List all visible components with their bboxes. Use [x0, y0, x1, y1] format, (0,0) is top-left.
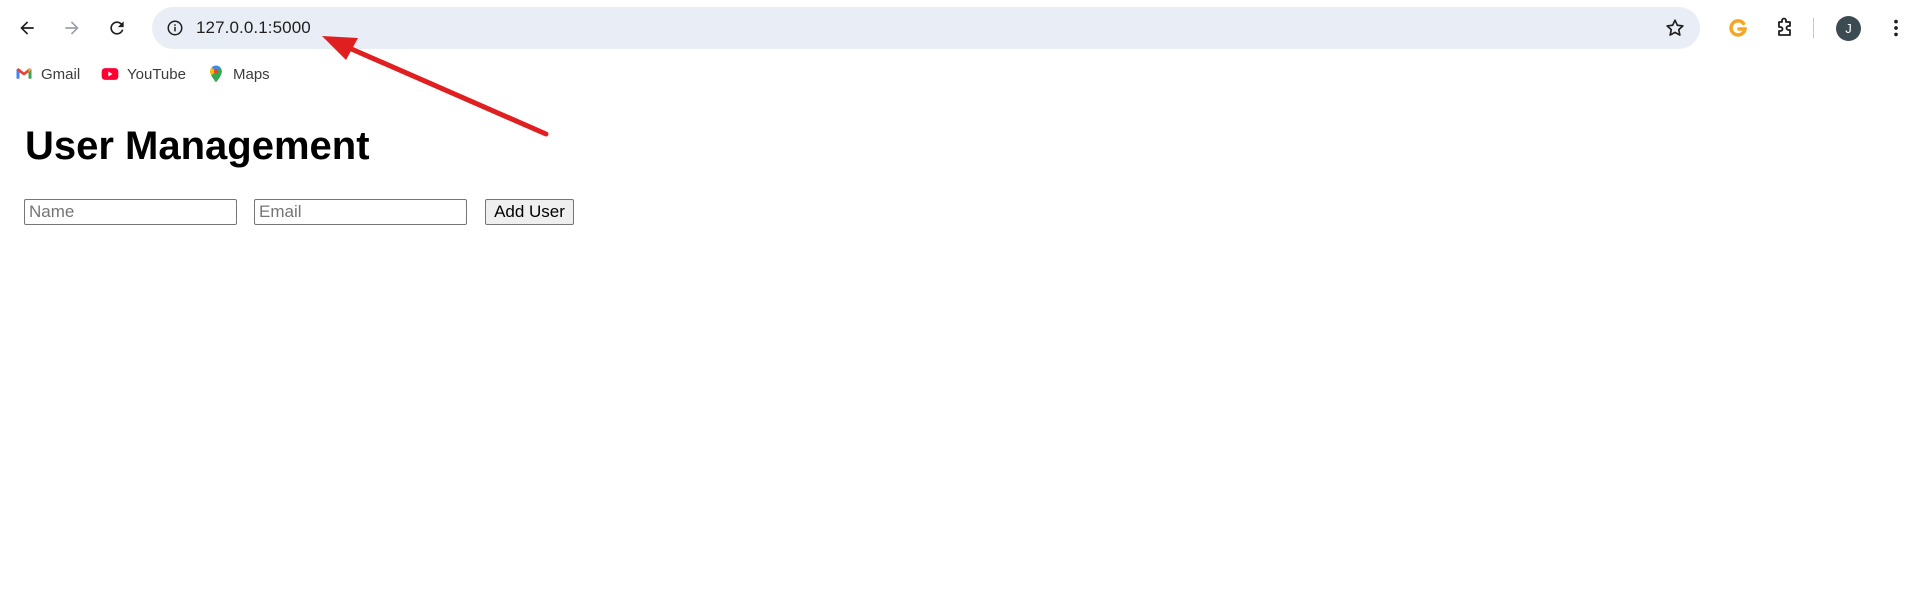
forward-button[interactable] — [54, 10, 90, 46]
extensions-button[interactable] — [1769, 12, 1801, 44]
arrow-left-icon — [20, 21, 34, 35]
email-input[interactable] — [254, 199, 467, 225]
address-bar-url[interactable]: 127.0.0.1:5000 — [196, 18, 311, 38]
profile-avatar[interactable]: J — [1836, 16, 1861, 41]
add-user-button[interactable]: Add User — [485, 199, 574, 225]
grammarly-icon — [1729, 19, 1748, 37]
bookmark-youtube[interactable]: YouTube — [100, 62, 186, 86]
browser-chrome: 127.0.0.1:5000 J Gmail YouTube Maps — [0, 0, 1918, 92]
address-bar[interactable]: 127.0.0.1:5000 — [152, 7, 1700, 49]
toolbar-divider — [1813, 18, 1814, 38]
bookmarks-bar: Gmail YouTube Maps — [0, 60, 1918, 88]
kebab-menu-icon — [1894, 19, 1898, 37]
grammarly-extension-button[interactable] — [1722, 12, 1754, 44]
puzzle-piece-icon — [1778, 17, 1791, 36]
youtube-icon — [101, 68, 119, 80]
arrow-right-icon — [65, 21, 79, 35]
reload-icon — [110, 21, 124, 35]
browser-menu-button[interactable] — [1882, 14, 1910, 42]
star-icon — [1666, 19, 1684, 36]
bookmark-star-button[interactable] — [1662, 15, 1688, 41]
maps-icon — [210, 65, 222, 83]
info-icon — [167, 20, 183, 36]
bookmark-maps[interactable]: Maps — [206, 62, 270, 86]
bookmark-gmail[interactable]: Gmail — [14, 62, 80, 86]
browser-toolbar: 127.0.0.1:5000 J — [0, 0, 1918, 56]
bookmark-label: Maps — [233, 65, 270, 83]
site-info-button[interactable] — [160, 13, 190, 43]
gmail-icon — [16, 68, 32, 79]
page-title: User Management — [25, 124, 370, 168]
bookmark-label: Gmail — [41, 65, 81, 83]
page-content: User Management Add User — [0, 92, 1918, 597]
back-button[interactable] — [9, 10, 45, 46]
reload-button[interactable] — [99, 10, 135, 46]
name-input[interactable] — [24, 199, 237, 225]
bookmark-label: YouTube — [127, 65, 186, 83]
